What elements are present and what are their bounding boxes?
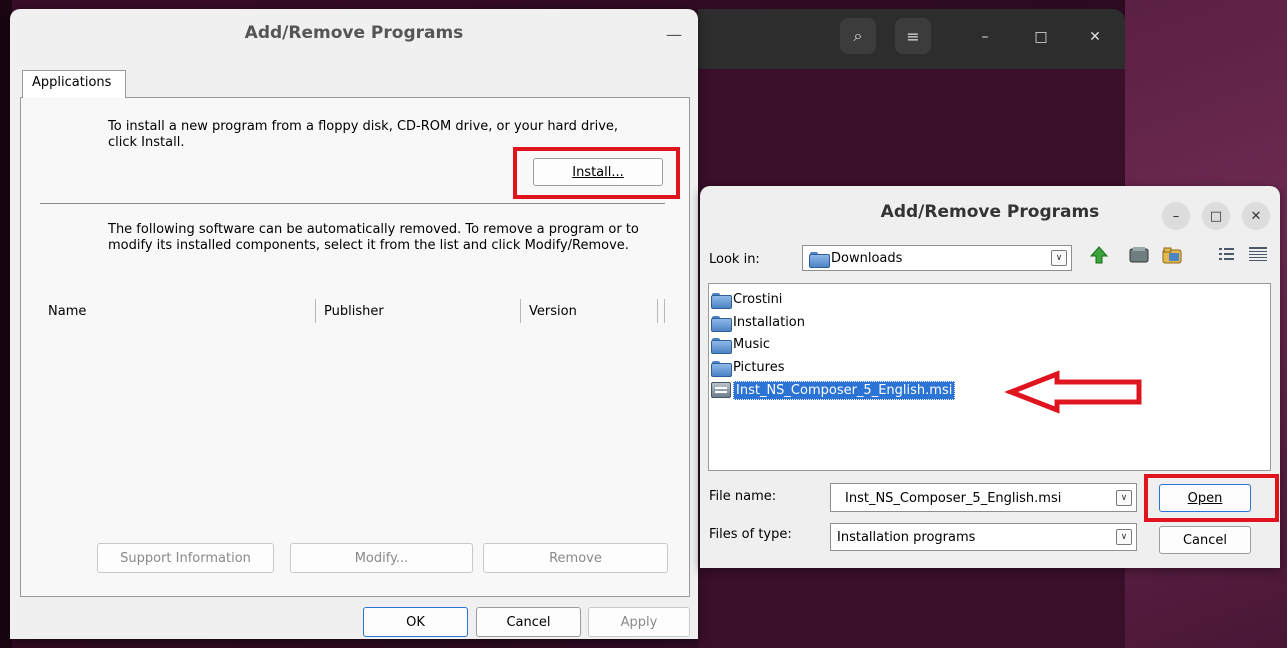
support-information-label: Support Information xyxy=(120,550,251,566)
folder-icon xyxy=(711,360,732,377)
chevron-down-icon[interactable]: ∨ xyxy=(1116,529,1132,545)
details-view-icon[interactable] xyxy=(1248,245,1268,265)
dialog-title: Add/Remove Programs xyxy=(244,23,464,43)
look-in-value: Downloads xyxy=(831,251,903,266)
desktop-icon[interactable] xyxy=(1129,245,1149,265)
cancel-button-label: Cancel xyxy=(1182,532,1228,548)
cancel-label: Cancel xyxy=(506,614,551,630)
files-of-type-label: Files of type: xyxy=(709,527,792,542)
file-name-input[interactable]: Inst_NS_Composer_5_English.msi ∨ xyxy=(830,483,1137,512)
close-icon[interactable]: ✕ xyxy=(1242,202,1270,230)
tab-applications[interactable]: Applications xyxy=(22,70,126,98)
column-divider[interactable] xyxy=(315,299,316,323)
menu-icon[interactable]: ≡ xyxy=(895,18,931,54)
maximize-icon[interactable]: □ xyxy=(1031,27,1051,47)
remove-label: Remove xyxy=(549,550,602,566)
background-window-header: ⌕ ≡ – □ ✕ xyxy=(698,9,1125,69)
file-name: Pictures xyxy=(733,359,785,375)
modify-label: Modify... xyxy=(354,550,409,566)
minimize-icon[interactable]: – xyxy=(975,27,995,47)
red-arrow-annotation xyxy=(1005,370,1142,414)
minimize-icon[interactable]: — xyxy=(666,25,682,44)
look-in-dropdown[interactable]: Downloads ∨ xyxy=(802,245,1072,271)
file-dialog-title: Add/Remove Programs xyxy=(880,202,1100,222)
file-name: Music xyxy=(733,336,770,352)
installer-file-icon xyxy=(711,382,731,398)
column-divider[interactable] xyxy=(520,299,521,323)
list-item[interactable]: Installation xyxy=(711,312,805,332)
list-item[interactable]: Crostini xyxy=(711,289,782,309)
cancel-button[interactable]: Cancel xyxy=(1159,526,1251,554)
column-header-publisher[interactable]: Publisher xyxy=(324,304,384,319)
list-view-icon[interactable] xyxy=(1217,245,1237,265)
modify-button[interactable]: Modify... xyxy=(290,543,473,573)
search-icon[interactable]: ⌕ xyxy=(840,18,876,54)
folder-icon xyxy=(809,251,830,268)
highlight-box-open xyxy=(1144,474,1279,522)
list-item[interactable]: Music xyxy=(711,334,770,354)
folder-icon xyxy=(711,337,732,354)
remove-instructions: The following software can be automatica… xyxy=(108,222,639,253)
file-name: Inst_NS_Composer_5_English.msi xyxy=(733,380,956,400)
chevron-down-icon[interactable]: ∨ xyxy=(1051,250,1067,266)
minimize-icon[interactable]: – xyxy=(1162,202,1190,230)
remove-button[interactable]: Remove xyxy=(483,543,668,573)
column-divider[interactable] xyxy=(664,299,665,323)
cancel-button[interactable]: Cancel xyxy=(476,607,581,637)
file-name-label: File name: xyxy=(709,489,777,504)
column-divider[interactable] xyxy=(657,299,658,323)
folder-icon xyxy=(711,292,732,309)
maximize-icon[interactable]: □ xyxy=(1202,202,1230,230)
column-header-name[interactable]: Name xyxy=(48,304,86,319)
file-name-value: Inst_NS_Composer_5_English.msi xyxy=(845,491,1062,506)
file-name: Installation xyxy=(733,314,806,330)
chevron-down-icon[interactable]: ∨ xyxy=(1116,490,1132,506)
files-of-type-value: Installation programs xyxy=(837,530,976,545)
list-item-selected[interactable]: Inst_NS_Composer_5_English.msi xyxy=(711,380,956,400)
new-folder-icon[interactable] xyxy=(1162,245,1182,265)
files-of-type-dropdown[interactable]: Installation programs ∨ xyxy=(830,523,1137,551)
divider xyxy=(40,203,665,204)
up-folder-icon[interactable] xyxy=(1089,245,1109,265)
ok-button[interactable]: OK xyxy=(363,607,468,637)
support-information-button[interactable]: Support Information xyxy=(97,543,274,573)
close-icon[interactable]: ✕ xyxy=(1085,27,1105,47)
list-item[interactable]: Pictures xyxy=(711,357,784,377)
column-header-version[interactable]: Version xyxy=(529,304,577,319)
folder-icon xyxy=(711,315,732,332)
look-in-label: Look in: xyxy=(709,252,760,267)
apply-button[interactable]: Apply xyxy=(588,607,690,637)
highlight-box-install xyxy=(513,147,680,199)
ok-label: OK xyxy=(406,614,425,630)
file-list[interactable]: Crostini Installation Music Pictures Ins… xyxy=(708,283,1271,471)
apply-label: Apply xyxy=(620,614,658,630)
file-name: Crostini xyxy=(733,291,783,307)
